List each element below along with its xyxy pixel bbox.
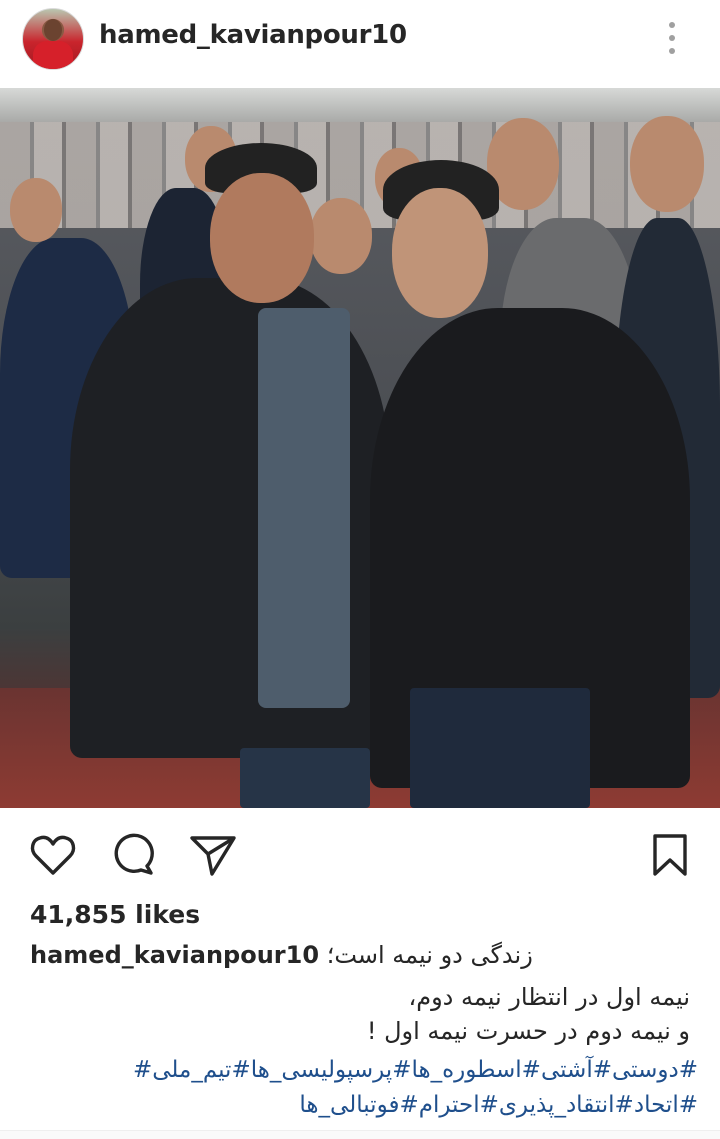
caption-first-line: hamed_kavianpour10 زندگی دو نیمه است؛ [30, 941, 690, 977]
right-jeans [410, 688, 590, 808]
post-username[interactable]: hamed_kavianpour10 [99, 20, 407, 50]
background-face [10, 178, 62, 242]
post-actions [0, 820, 720, 890]
right-face [392, 188, 488, 318]
heart-icon[interactable] [28, 830, 78, 880]
likes-count[interactable]: 41,855 likes [30, 900, 200, 929]
bookmark-icon[interactable] [645, 830, 695, 880]
bench-roof [0, 88, 720, 122]
paper-plane-icon[interactable] [188, 830, 238, 880]
left-jeans [240, 748, 370, 808]
hashtag-line[interactable]: #اتحاد#انتقاد_پذیری#احترام#فوتبالی_ها [299, 1092, 698, 1118]
background-face [310, 198, 372, 274]
more-vertical-icon[interactable] [662, 18, 682, 58]
left-face [210, 173, 314, 303]
post-photo[interactable] [0, 88, 720, 808]
caption-username[interactable]: hamed_kavianpour10 [30, 941, 319, 969]
caption-line: نیمه اول در انتظار نیمه دوم، [408, 983, 690, 1011]
avatar[interactable] [22, 8, 84, 70]
avatar-head [44, 19, 62, 41]
caption-line: و نیمه دوم در حسرت نیمه اول ! [366, 1017, 690, 1045]
avatar-shirt [33, 41, 73, 69]
hashtag-line[interactable]: #دوستی#آشتی#اسطوره_ها#پرسپولیسی_ها#تیم_م… [133, 1057, 698, 1083]
left-shirt [258, 308, 350, 708]
background-face [630, 116, 704, 212]
caption-text: زندگی دو نیمه است؛ [326, 941, 533, 969]
post-header: hamed_kavianpour10 [0, 0, 720, 86]
comment-icon[interactable] [107, 830, 157, 880]
